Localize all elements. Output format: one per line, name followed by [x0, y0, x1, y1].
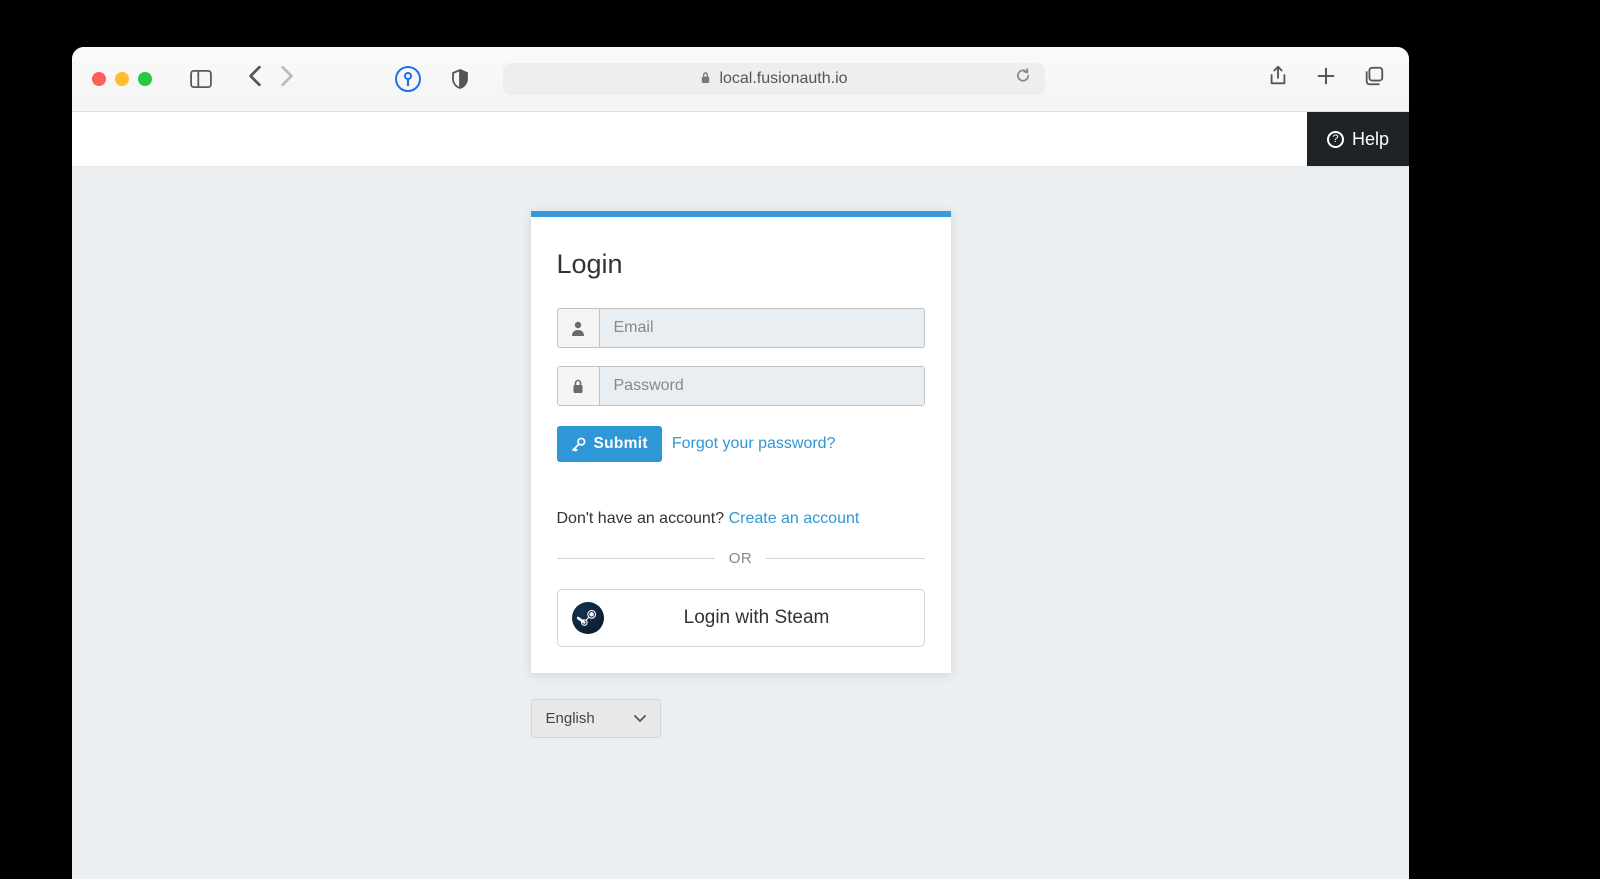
social-login-label: Login with Steam — [604, 607, 910, 629]
back-button[interactable] — [248, 65, 262, 93]
email-field[interactable] — [600, 309, 924, 347]
key-icon — [571, 437, 586, 452]
language-select[interactable]: English — [531, 699, 661, 738]
one-password-icon[interactable] — [395, 66, 421, 92]
share-icon[interactable] — [1267, 65, 1289, 93]
nav-arrows — [248, 65, 294, 93]
create-account-row: Don't have an account? Create an account — [557, 510, 925, 528]
lock-icon — [558, 367, 600, 405]
maximize-window-button[interactable] — [138, 72, 152, 86]
help-question-icon: ? — [1327, 131, 1344, 148]
divider-line — [766, 558, 924, 559]
minimize-window-button[interactable] — [115, 72, 129, 86]
submit-button[interactable]: Submit — [557, 426, 662, 462]
close-window-button[interactable] — [92, 72, 106, 86]
forgot-password-link[interactable]: Forgot your password? — [672, 435, 836, 453]
or-label: OR — [729, 550, 753, 567]
password-input-group — [557, 366, 925, 406]
login-title: Login — [557, 249, 925, 280]
traffic-lights — [92, 72, 152, 86]
browser-chrome: local.fusionauth.io — [72, 47, 1409, 112]
or-divider: OR — [557, 550, 925, 567]
submit-row: Submit Forgot your password? — [557, 426, 925, 462]
language-selected: English — [546, 710, 595, 727]
new-tab-icon[interactable] — [1315, 65, 1337, 93]
login-with-steam-button[interactable]: Login with Steam — [557, 589, 925, 647]
lock-icon — [700, 71, 711, 87]
privacy-shield-icon[interactable] — [451, 69, 469, 89]
chevron-down-icon — [634, 710, 646, 727]
help-label: Help — [1352, 129, 1389, 150]
steam-icon — [572, 602, 604, 634]
divider-line — [557, 558, 715, 559]
help-button[interactable]: ? Help — [1307, 112, 1409, 166]
sidebar-toggle-icon[interactable] — [190, 70, 212, 88]
browser-window: local.fusionauth.io ? Help L — [72, 47, 1409, 879]
url-text: local.fusionauth.io — [719, 70, 847, 88]
tabs-icon[interactable] — [1363, 65, 1385, 93]
submit-label: Submit — [594, 435, 648, 453]
forward-button[interactable] — [280, 65, 294, 93]
toolbar-right — [1267, 65, 1385, 93]
app-header: ? Help — [72, 112, 1409, 167]
email-input-group — [557, 308, 925, 348]
address-bar[interactable]: local.fusionauth.io — [503, 63, 1045, 95]
user-icon — [558, 309, 600, 347]
create-account-link[interactable]: Create an account — [729, 510, 860, 527]
login-card: Login Submit — [531, 211, 951, 673]
no-account-text: Don't have an account? — [557, 510, 729, 527]
reload-icon[interactable] — [1016, 68, 1031, 90]
content-area: Login Submit — [72, 167, 1409, 879]
password-field[interactable] — [600, 367, 924, 405]
